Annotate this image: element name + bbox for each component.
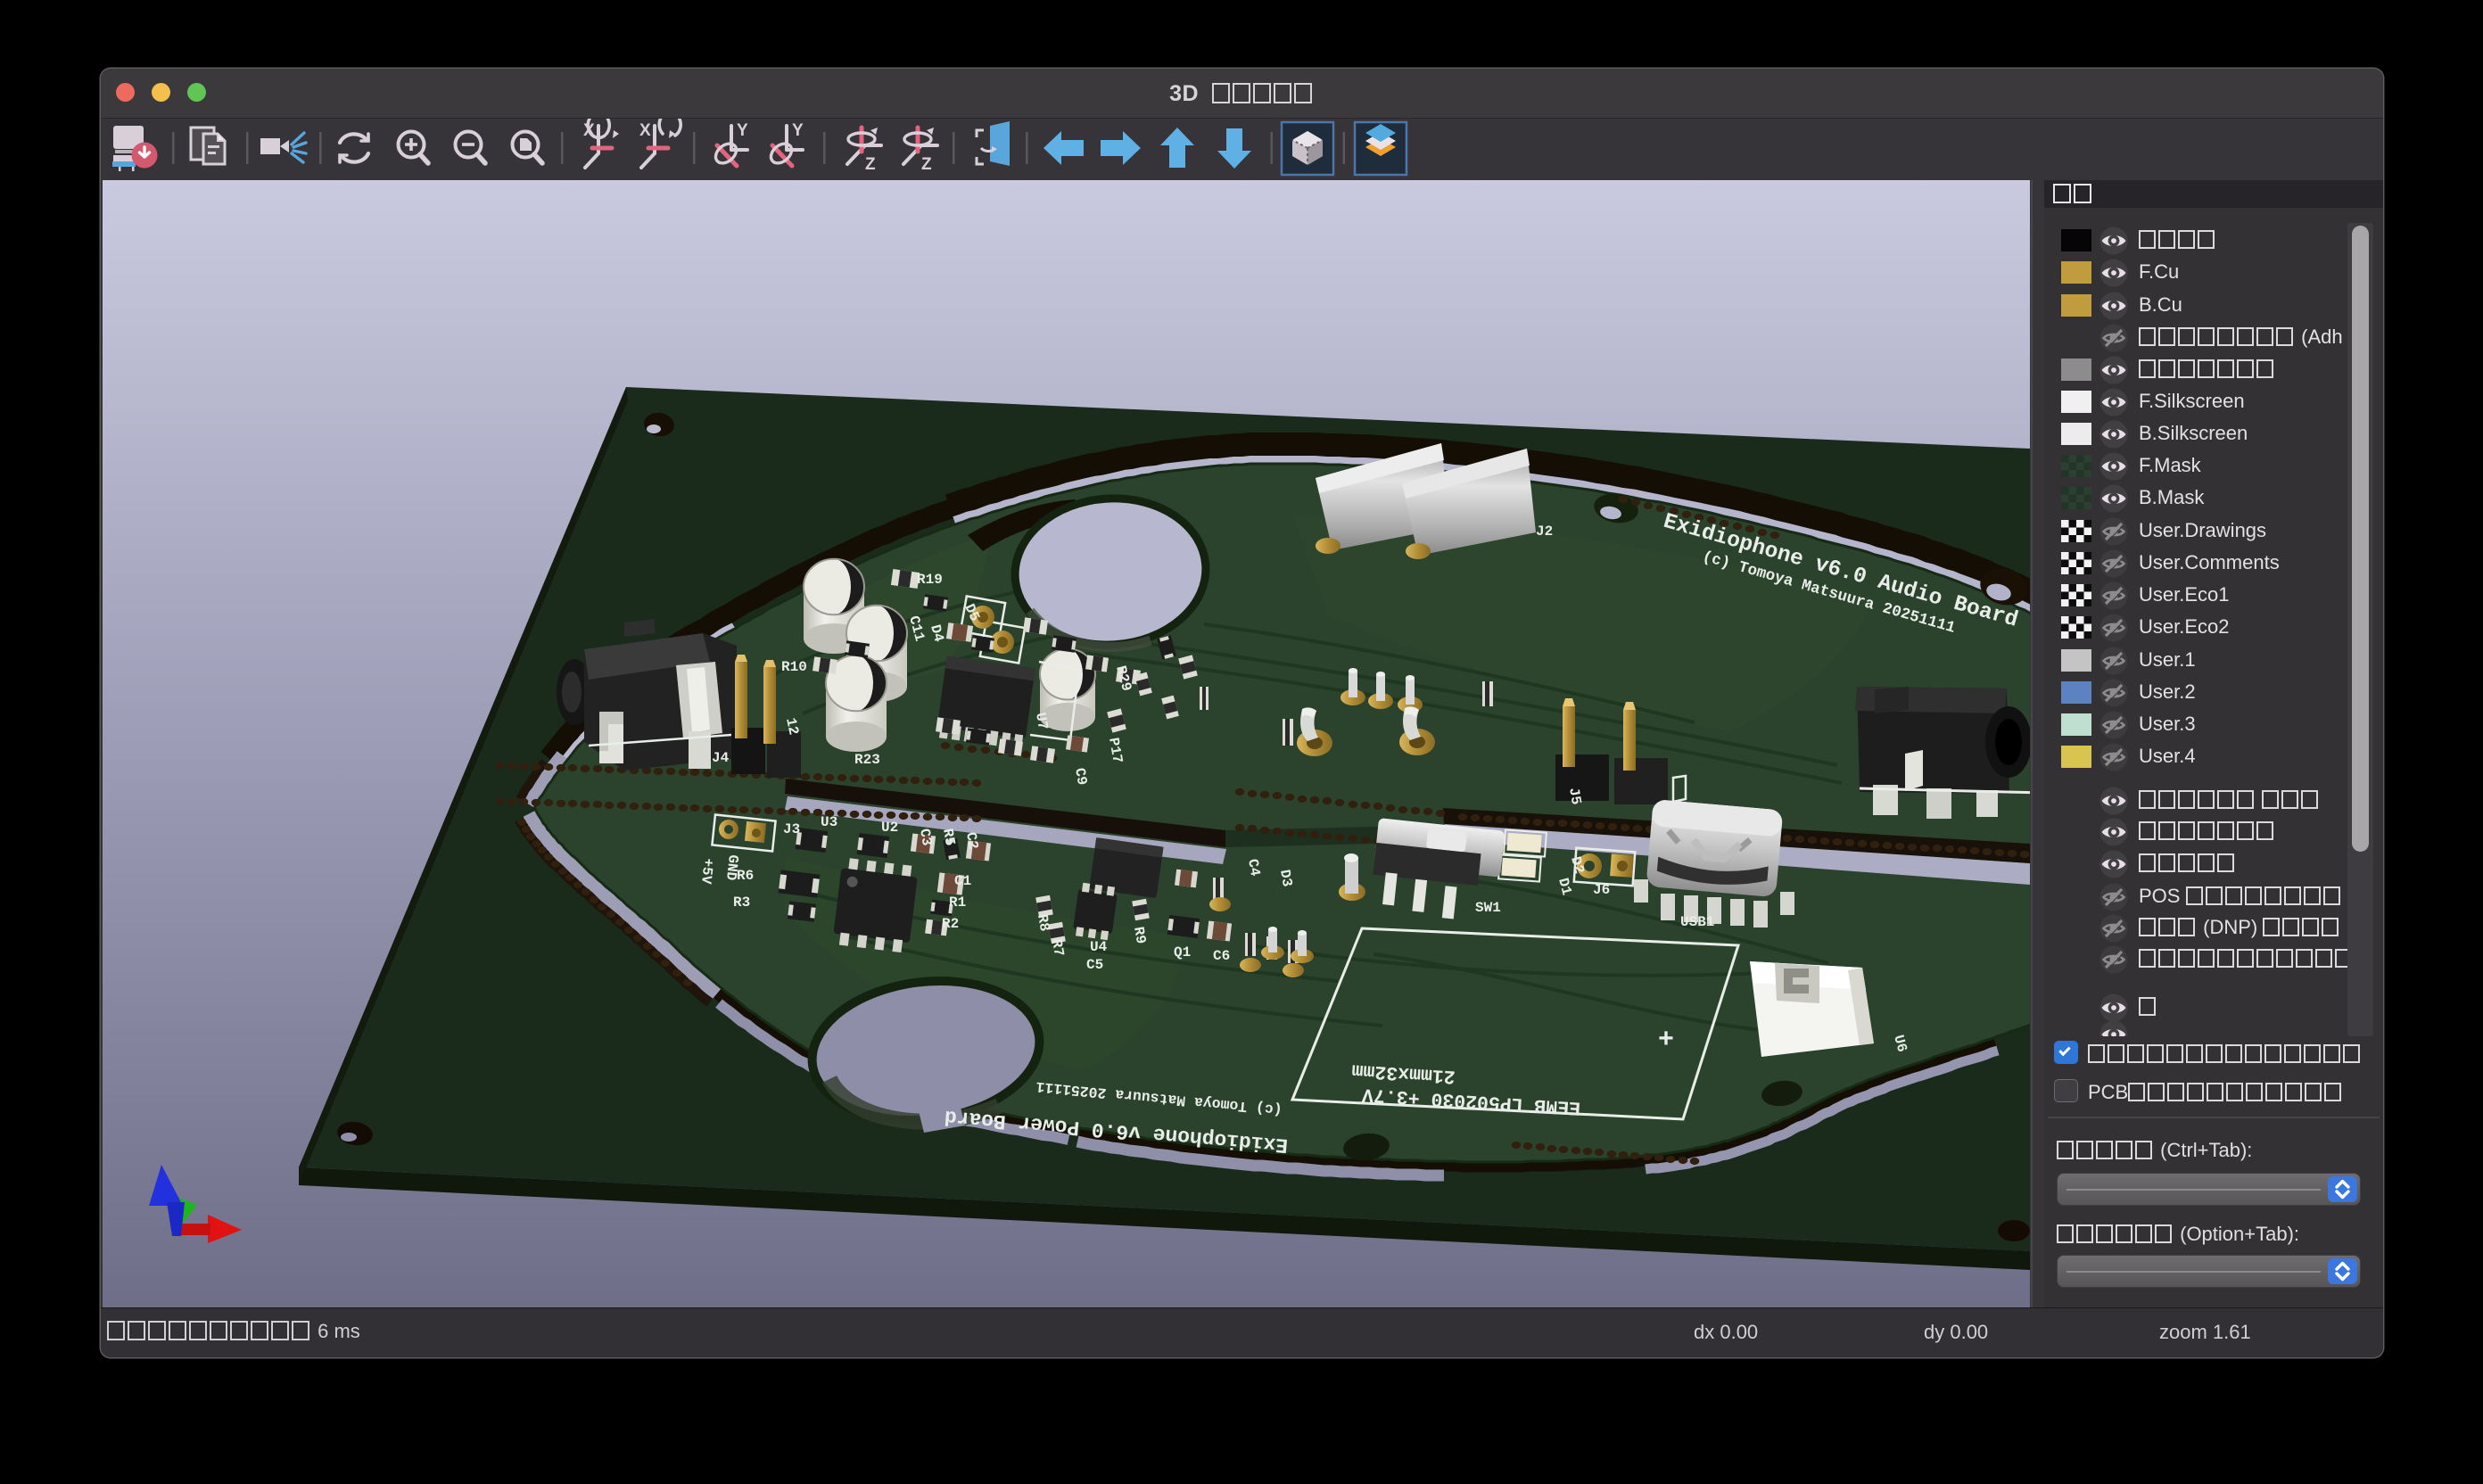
svg-text:Q1: Q1 — [1174, 944, 1191, 960]
svg-text:C4: C4 — [1244, 858, 1263, 878]
svg-text:R23: R23 — [854, 752, 880, 768]
svg-text:U3: U3 — [821, 814, 837, 830]
svg-text:Y: Y — [792, 121, 804, 140]
svg-text:Y: Y — [737, 121, 748, 140]
svg-text:U4: U4 — [1090, 939, 1108, 955]
svg-text:U2: U2 — [881, 820, 898, 836]
svg-text:U7: U7 — [1032, 712, 1051, 731]
svg-text:R2: R2 — [942, 916, 959, 932]
svg-text:X: X — [639, 121, 651, 140]
svg-text:J6: J6 — [1593, 882, 1610, 898]
svg-text:R9: R9 — [1130, 926, 1149, 945]
svg-text:SW1: SW1 — [1475, 900, 1501, 916]
svg-text:R19: R19 — [917, 572, 943, 588]
svg-text:Z: Z — [921, 155, 932, 174]
svg-text:GND: GND — [722, 853, 741, 881]
svg-text:+: + — [1658, 1026, 1674, 1056]
svg-text:USB1: USB1 — [1680, 914, 1714, 930]
svg-text:C2: C2 — [962, 831, 981, 851]
svg-text:J5: J5 — [1565, 787, 1584, 806]
svg-text:R3: R3 — [733, 895, 750, 911]
svg-text:R7: R7 — [1048, 938, 1067, 958]
svg-text:+5V: +5V — [697, 857, 716, 885]
svg-text:C6: C6 — [1213, 948, 1230, 964]
svg-text:C1: C1 — [954, 873, 971, 889]
svg-text:C9: C9 — [1071, 767, 1090, 787]
svg-text:R8: R8 — [1034, 913, 1052, 933]
svg-text:J2: J2 — [1536, 524, 1553, 540]
svg-text:R10: R10 — [781, 659, 807, 675]
svg-text:J4: J4 — [712, 750, 730, 766]
svg-text:C3: C3 — [916, 828, 935, 847]
svg-text:R5: R5 — [939, 828, 958, 847]
svg-text:J3: J3 — [783, 821, 800, 837]
svg-text:C5: C5 — [1086, 957, 1103, 973]
svg-text:R1: R1 — [949, 895, 966, 911]
svg-text:D3: D3 — [1276, 869, 1295, 888]
svg-text:Z: Z — [865, 155, 876, 174]
